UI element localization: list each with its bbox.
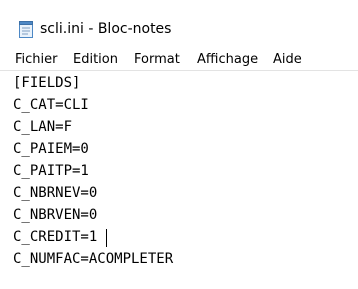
menu-fichier[interactable]: Fichier (15, 51, 58, 69)
menu-bar: Fichier Edition Format Affichage Aide (0, 50, 358, 71)
text-line: C_LAN=F (13, 119, 73, 135)
text-line: C_NBRVEN=0 (13, 207, 98, 223)
text-line: C_NUMFAC=ACOMPLETER (13, 251, 174, 267)
text-editor[interactable]: [FIELDS] C_CAT=CLI C_LAN=F C_PAIEM=0 C_P… (0, 72, 358, 289)
text-line: C_NBRNEV=0 (13, 185, 98, 201)
text-line: C_CAT=CLI (13, 97, 89, 113)
menu-aide[interactable]: Aide (273, 51, 302, 69)
text-line: C_PAITP=1 (13, 163, 89, 179)
text-line: [FIELDS] (13, 75, 81, 91)
notepad-window: scli.ini - Bloc-notes Fichier Edition Fo… (0, 0, 358, 289)
text-line: C_CREDIT=1 (13, 229, 98, 245)
text-line: C_PAIEM=0 (13, 141, 89, 157)
window-title: scli.ini - Bloc-notes (40, 21, 172, 37)
title-bar[interactable]: scli.ini - Bloc-notes (0, 0, 358, 44)
menu-affichage[interactable]: Affichage (197, 51, 258, 69)
text-caret (105, 229, 107, 247)
menu-edition[interactable]: Edition (73, 51, 118, 69)
notepad-icon (19, 21, 33, 38)
menu-format[interactable]: Format (134, 51, 180, 69)
